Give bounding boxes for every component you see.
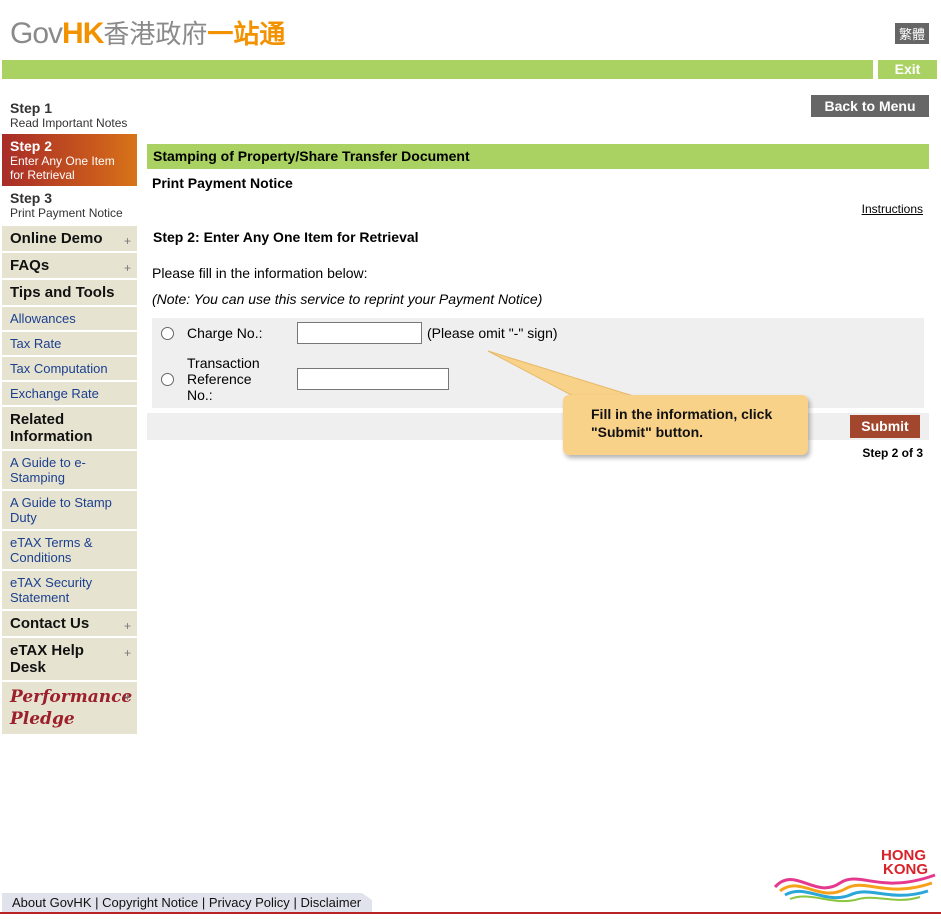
sidebar-item-online-demo[interactable]: Online Demo + — [2, 224, 137, 251]
step-1-text: Read Important Notes — [10, 116, 128, 130]
step-2-number: Step 2 — [10, 138, 53, 154]
header: GovHK香港政府一站通 繁體 — [0, 0, 941, 60]
sidebar-heading-tips-tools: Tips and Tools — [2, 278, 137, 305]
sidebar-link-etax-terms[interactable]: eTAX Terms & Conditions — [2, 529, 137, 569]
footer-separator: | — [95, 895, 99, 910]
language-toggle-button[interactable]: 繁體 — [894, 23, 929, 44]
footer-links: About GovHK | Copyright Notice | Privacy… — [12, 895, 361, 910]
sidebar: Step 1 Read Important Notes Step 2 Enter… — [2, 96, 137, 734]
callout-text-line-1: Fill in the information, click — [591, 406, 773, 422]
page-title: Stamping of Property/Share Transfer Docu… — [147, 144, 929, 169]
sidebar-link-etax-security[interactable]: eTAX Security Statement — [2, 569, 137, 609]
expand-plus-icon: + — [123, 690, 131, 704]
faqs-label: FAQs — [10, 257, 50, 274]
expand-plus-icon: + — [123, 619, 131, 633]
pledge-line-1: Performance — [10, 687, 133, 707]
sidebar-link-allowances[interactable]: Allowances — [2, 305, 137, 330]
instructions-link[interactable]: Instructions — [862, 202, 923, 216]
step-progress: Step 2 of 3 — [862, 446, 923, 460]
submit-button[interactable]: Submit — [850, 415, 920, 438]
sidebar-heading-related-info: Related Information — [2, 405, 137, 449]
step-1-number: Step 1 — [10, 100, 53, 116]
brand-hong-kong-logo: HONG KONG — [773, 847, 936, 903]
step-heading: Step 2: Enter Any One Item for Retrieval — [153, 229, 419, 245]
sidebar-link-exchange-rate[interactable]: Exchange Rate — [2, 380, 137, 405]
expand-plus-icon: + — [123, 646, 131, 660]
footer-separator: | — [201, 895, 206, 910]
transaction-ref-input[interactable] — [297, 368, 449, 390]
footer-link-about[interactable]: About GovHK — [12, 895, 92, 910]
fill-instruction: Please fill in the information below: — [152, 265, 368, 281]
footer-link-copyright[interactable]: Copyright Notice — [102, 895, 198, 910]
sidebar-item-help-desk[interactable]: eTAX Help Desk + — [2, 636, 137, 680]
sidebar-step-1: Step 1 Read Important Notes — [2, 96, 137, 134]
sidebar-item-performance-pledge[interactable]: Performance Pledge + — [2, 680, 137, 734]
header-green-bar — [2, 60, 873, 79]
submit-row — [147, 413, 929, 440]
pledge-line-2: Pledge — [10, 709, 75, 729]
footer-link-disclaimer[interactable]: Disclaimer — [300, 895, 361, 910]
step-3-text: Print Payment Notice — [10, 206, 123, 220]
page-subtitle: Print Payment Notice — [152, 175, 293, 191]
sidebar-link-tax-rate[interactable]: Tax Rate — [2, 330, 137, 355]
transaction-ref-label: Transaction Reference No.: — [187, 355, 260, 403]
step-2-text: Enter Any One Item for Retrieval — [10, 154, 115, 182]
sidebar-item-contact-us[interactable]: Contact Us + — [2, 609, 137, 636]
transaction-ref-label-line-3: No.: — [187, 387, 213, 403]
logo-hk: HK — [62, 17, 104, 50]
help-callout: Fill in the information, click "Submit" … — [563, 395, 808, 455]
footer-red-line — [0, 912, 941, 914]
exit-button[interactable]: Exit — [878, 60, 937, 79]
sidebar-link-guide-stamp-duty[interactable]: A Guide to Stamp Duty — [2, 489, 137, 529]
footer-link-privacy[interactable]: Privacy Policy — [209, 895, 290, 910]
step-3-number: Step 3 — [10, 190, 53, 206]
transaction-ref-label-line-1: Transaction — [187, 355, 260, 371]
expand-plus-icon: + — [123, 234, 131, 248]
logo-zh-grey: 香港政府 — [103, 19, 208, 49]
contact-us-label: Contact Us — [10, 615, 90, 632]
expand-plus-icon: + — [123, 261, 131, 275]
sidebar-link-tax-computation[interactable]: Tax Computation — [2, 355, 137, 380]
reprint-note: (Note: You can use this service to repri… — [152, 291, 543, 307]
transaction-ref-radio[interactable] — [161, 373, 174, 386]
charge-no-input[interactable] — [297, 322, 422, 344]
sidebar-step-2-active: Step 2 Enter Any One Item for Retrieval — [2, 134, 137, 186]
callout-text-line-2: "Submit" button. — [591, 424, 704, 440]
charge-no-radio[interactable] — [161, 327, 174, 340]
sidebar-step-3: Step 3 Print Payment Notice — [2, 186, 137, 224]
logo-gov: Gov — [10, 17, 63, 50]
logo-zh-orange: 一站通 — [207, 19, 286, 49]
brand-kong-text: KONG — [883, 861, 928, 878]
govhk-logo[interactable]: GovHK香港政府一站通 — [10, 14, 285, 51]
online-demo-label: Online Demo — [10, 230, 103, 247]
sidebar-link-guide-estamping[interactable]: A Guide to e-Stamping — [2, 449, 137, 489]
back-to-menu-button[interactable]: Back to Menu — [811, 95, 929, 117]
charge-no-hint: (Please omit "-" sign) — [427, 325, 558, 341]
footer-separator: | — [293, 895, 297, 910]
help-desk-label: eTAX Help Desk — [10, 642, 84, 676]
sidebar-item-faqs[interactable]: FAQs + — [2, 251, 137, 278]
charge-no-label: Charge No.: — [187, 325, 263, 341]
transaction-ref-label-line-2: Reference — [187, 371, 252, 387]
